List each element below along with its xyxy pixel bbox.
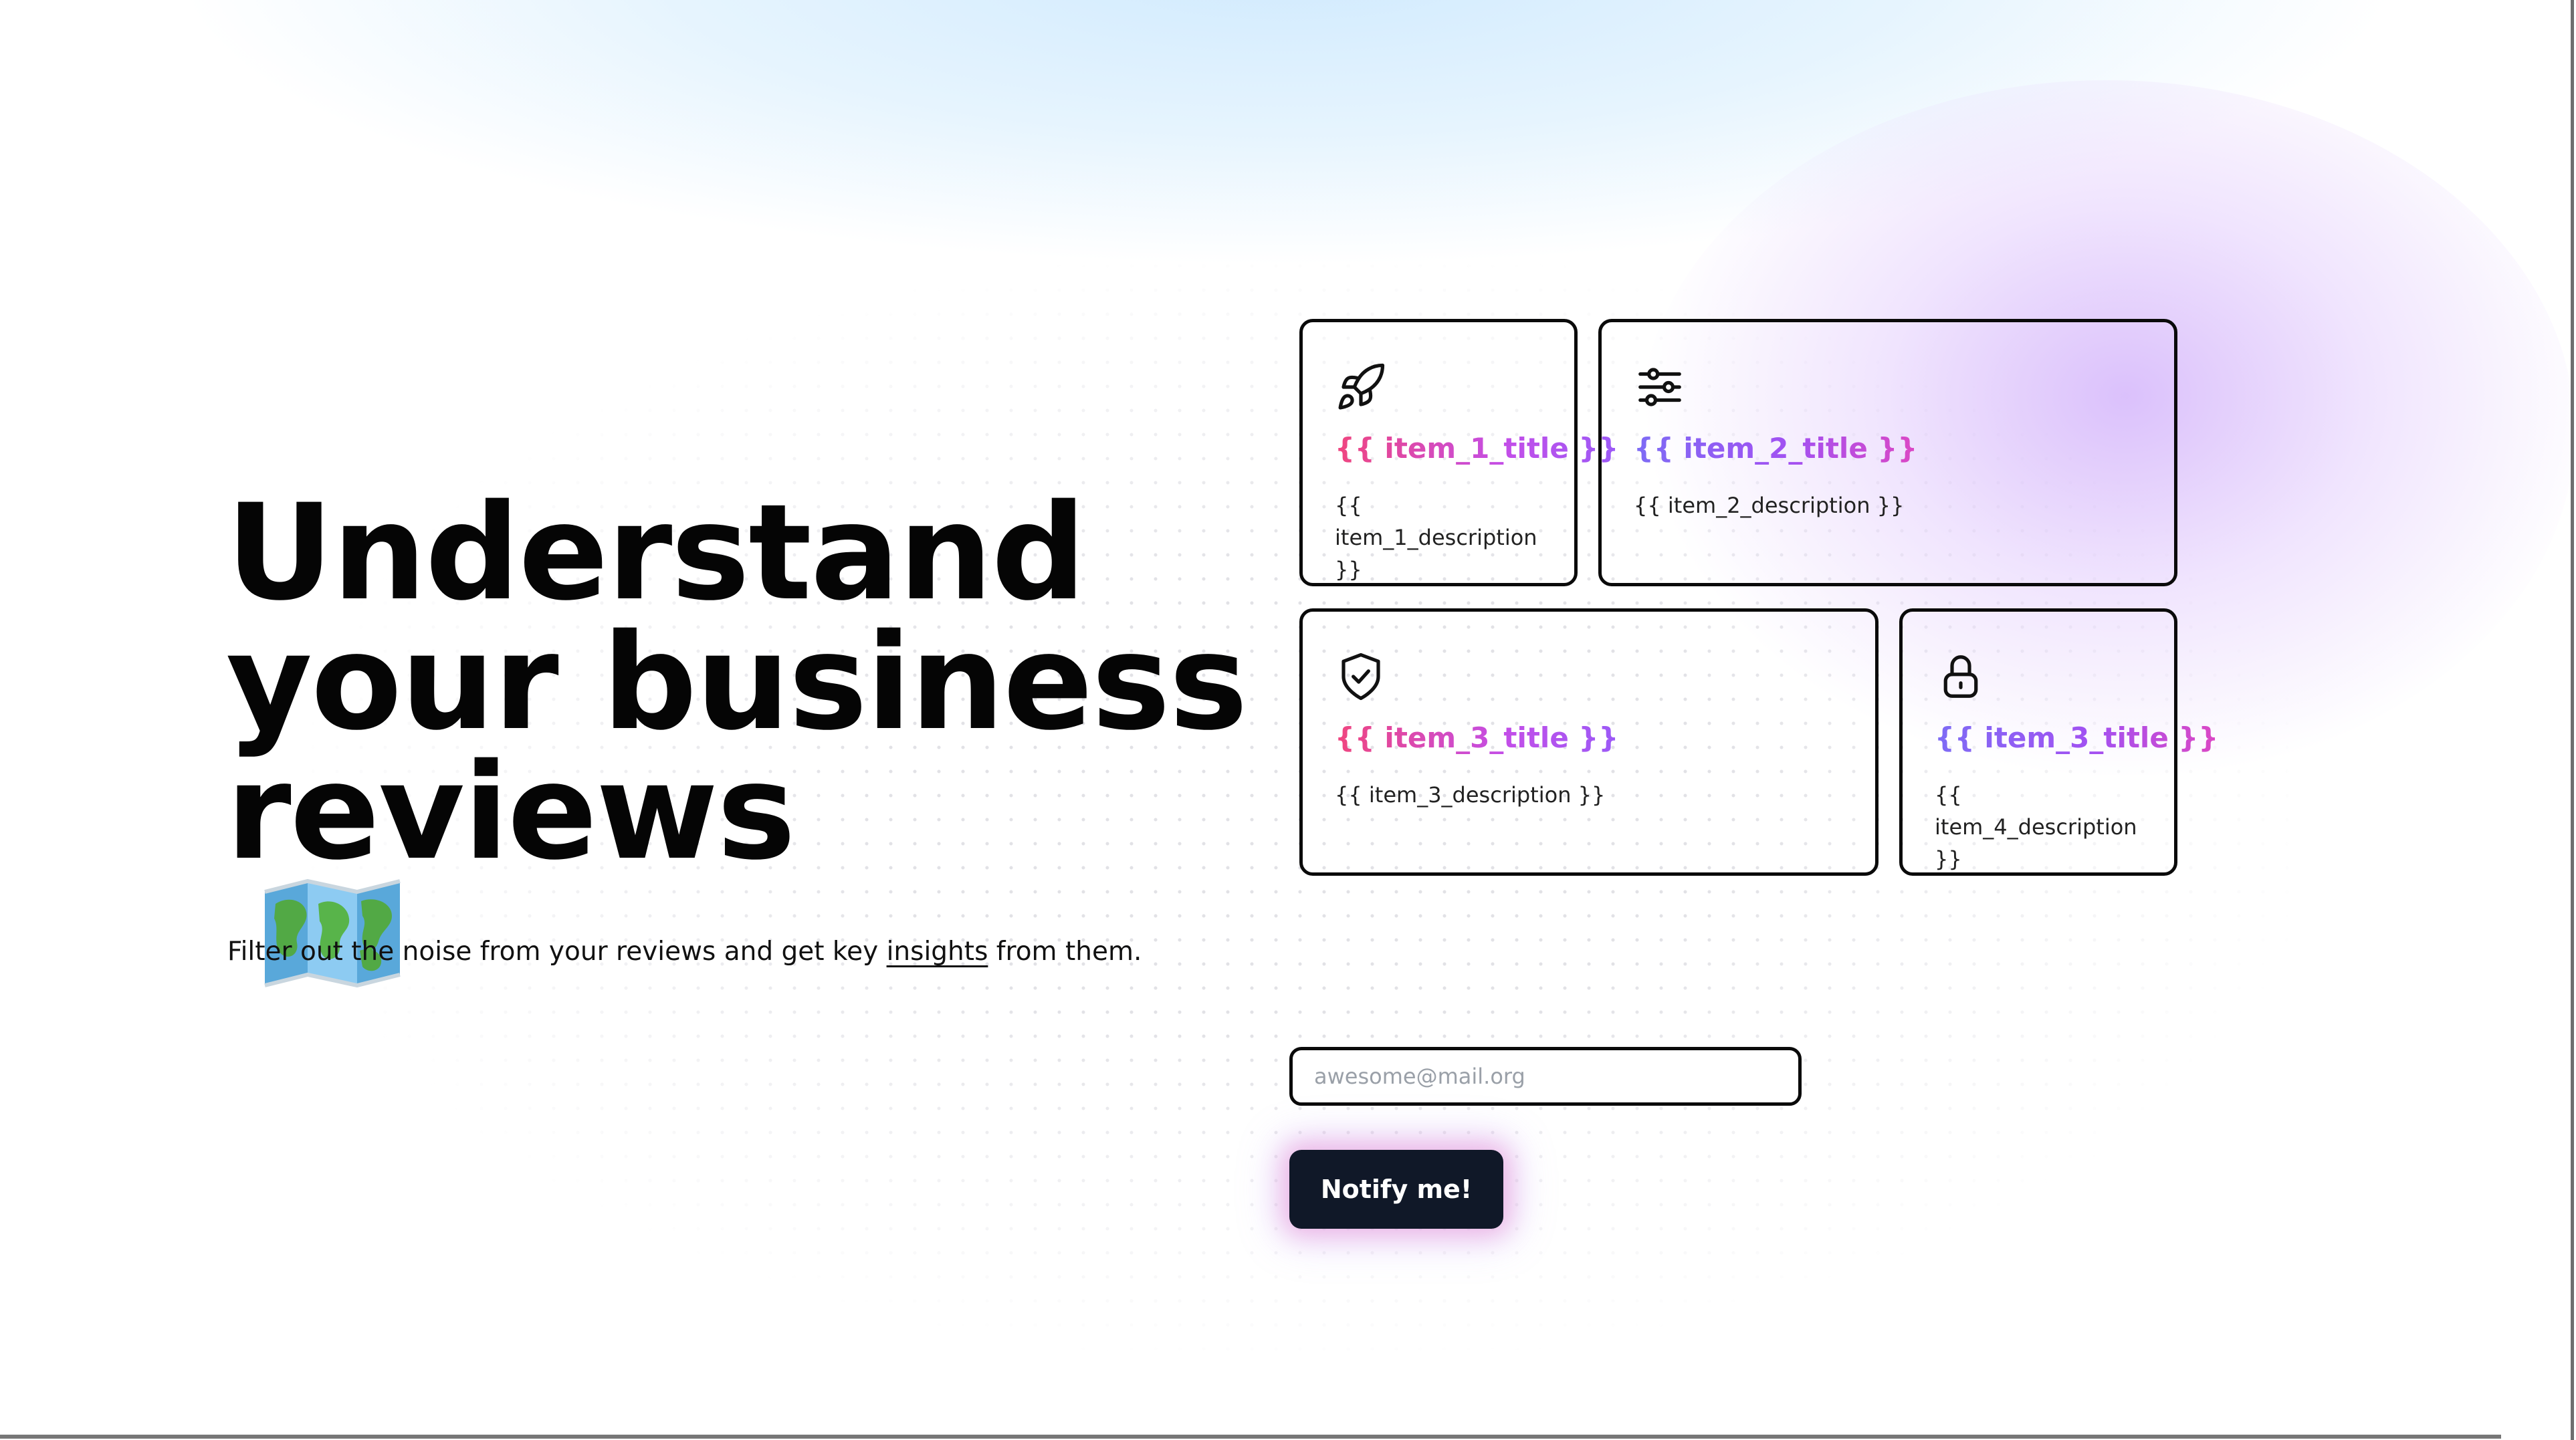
sliders-icon [1634, 361, 1686, 413]
feature-title: {{ item_3_title }} [1335, 721, 1619, 754]
feature-title: {{ item_2_title }} [1634, 432, 1918, 465]
background-blue-glow [167, 0, 2407, 267]
feature-description: {{ item_4_description }} [1935, 782, 2137, 872]
feature-card-2: {{ item_2_title }} {{ item_2_description… [1598, 319, 2177, 586]
notify-button[interactable]: Notify me! [1289, 1150, 1503, 1229]
lock-icon [1935, 650, 1987, 703]
rocket-icon [1335, 361, 1387, 413]
feature-card-3: {{ item_3_title }} {{ item_3_description… [1299, 608, 1879, 876]
window-right-border [2571, 0, 2574, 1440]
feature-card-4: {{ item_3_title }} {{ item_4_description… [1899, 608, 2218, 876]
hero-title: Understand your business reviews [226, 475, 1248, 1009]
feature-title: {{ item_1_title }} [1335, 432, 1619, 465]
insights-link[interactable]: insights [887, 937, 988, 967]
hero-title-line: Understand [226, 475, 1086, 630]
feature-description: {{ item_1_description }} [1335, 493, 1537, 582]
feature-description: {{ item_3_description }} [1335, 782, 1606, 808]
feature-card-1: {{ item_1_title }} {{ item_1_description… [1299, 319, 1618, 586]
landing-page: Understand your business reviews Filter … [0, 0, 2576, 1440]
shield-check-icon [1335, 650, 1387, 703]
window-bottom-border [0, 1435, 2501, 1439]
feature-title: {{ item_3_title }} [1935, 721, 2219, 754]
hero-title-line: your business [226, 605, 1248, 759]
subtitle-text: Filter out the noise from your reviews a… [227, 937, 887, 967]
subtitle-text-end: from them. [988, 937, 1142, 967]
feature-description: {{ item_2_description }} [1634, 493, 1905, 518]
email-input[interactable] [1289, 1047, 1802, 1106]
hero-subtitle: Filter out the noise from your reviews a… [227, 932, 1364, 972]
